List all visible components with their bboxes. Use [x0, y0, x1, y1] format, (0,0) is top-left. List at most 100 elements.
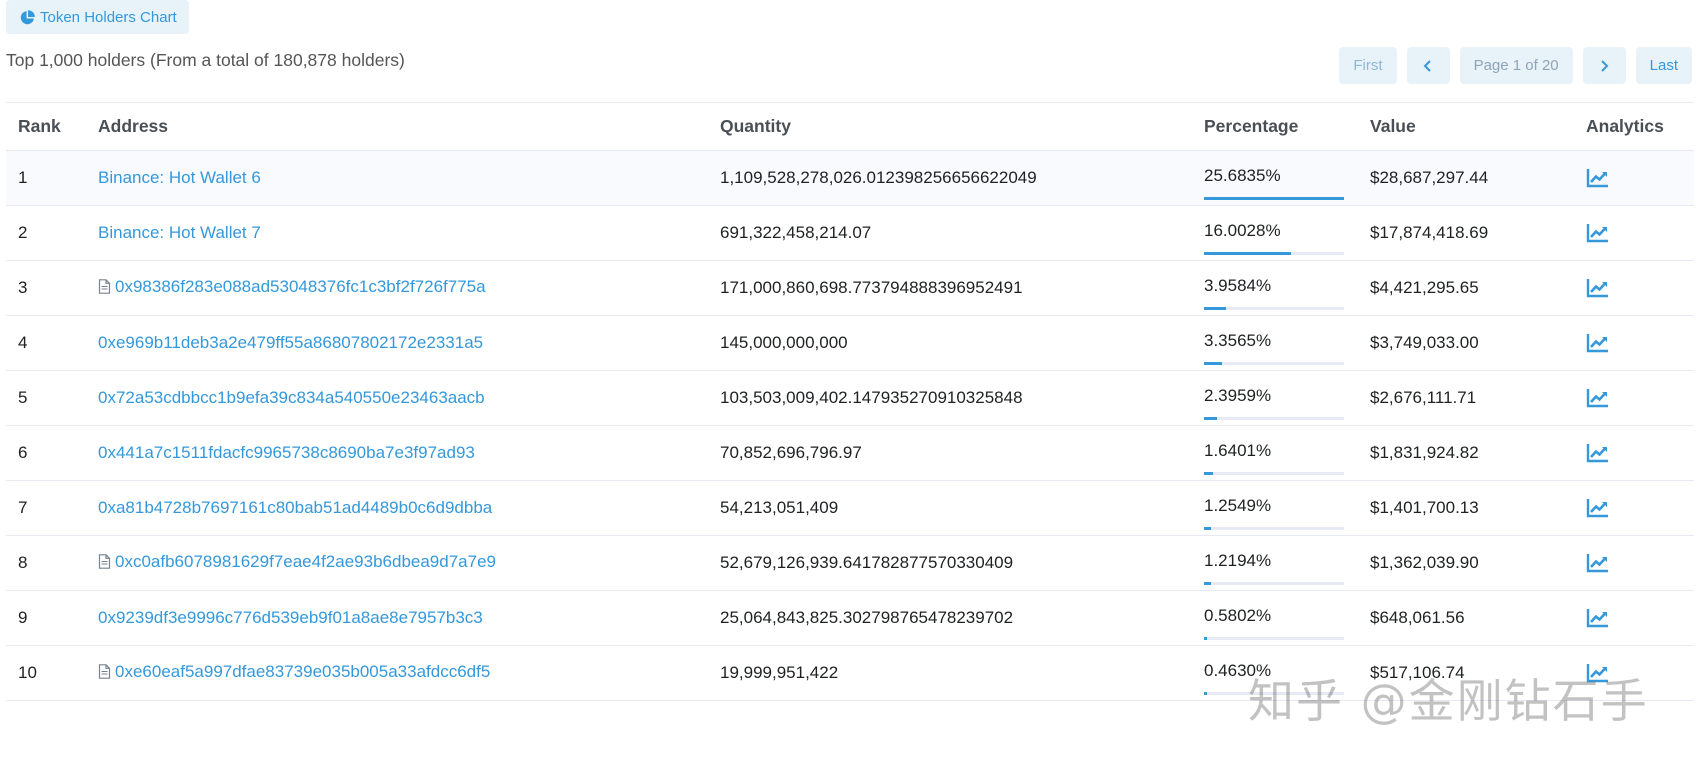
value-cell: $2,676,111.71 — [1370, 388, 1477, 407]
value-cell: $1,831,924.82 — [1370, 443, 1479, 462]
value-cell: $28,687,297.44 — [1370, 168, 1489, 187]
pie-chart-icon — [20, 9, 35, 25]
percentage-text: 1.2549% — [1204, 496, 1272, 515]
table-row: 8 0xc0afb6078981629f7eae4f2ae93b6dbea9d7a… — [6, 536, 1694, 591]
holder-address-text: Binance: Hot Wallet 6 — [98, 168, 261, 187]
percentage-bar — [1204, 527, 1344, 530]
table-row: 2 Binance: Hot Wallet 7 691,322,458,214.07… — [6, 206, 1694, 261]
analytics-trend-icon[interactable] — [1586, 608, 1694, 628]
percentage-text: 1.6401% — [1204, 441, 1272, 460]
quantity-cell: 103,503,009,402.147935270910325848 — [720, 388, 1023, 407]
holder-address-text: 0xe60eaf5a997dfae83739e035b005a33afdcc6d… — [115, 661, 491, 681]
holder-address-text: 0xc0afb6078981629f7eae4f2ae93b6dbea9d7a7… — [115, 551, 496, 571]
percentage-cell: 16.0028% — [1204, 206, 1370, 261]
chevron-right-icon — [1597, 59, 1611, 73]
value-cell: $1,362,039.90 — [1370, 553, 1479, 572]
analytics-trend-icon[interactable] — [1586, 388, 1694, 408]
percentage-bar-fill — [1204, 417, 1218, 420]
analytics-trend-icon[interactable] — [1586, 223, 1694, 243]
holder-address-link[interactable]: Binance: Hot Wallet 7 — [98, 223, 261, 243]
holder-address-link[interactable]: 0xe969b11deb3a2e479ff55a86807802172e2331… — [98, 333, 483, 353]
last-page-button[interactable]: Last — [1635, 47, 1692, 84]
analytics-trend-icon[interactable] — [1586, 443, 1694, 463]
percentage-text: 2.3959% — [1204, 386, 1272, 405]
rank-cell: 2 — [18, 223, 28, 242]
column-header-analytics: Analytics — [1586, 116, 1664, 136]
page-indicator: Page 1 of 20 — [1459, 47, 1573, 84]
value-cell: $17,874,418.69 — [1370, 223, 1489, 242]
percentage-bar — [1204, 417, 1344, 420]
address-cell: 0x9239df3e9996c776d539eb9f01a8ae8e7957b3… — [98, 591, 720, 646]
table-row: 9 0x9239df3e9996c776d539eb9f01a8ae8e7957b… — [6, 591, 1694, 646]
analytics-trend-icon[interactable] — [1586, 168, 1694, 188]
analytics-cell — [1572, 206, 1694, 261]
holder-address-link[interactable]: Binance: Hot Wallet 6 — [98, 168, 261, 188]
analytics-cell — [1572, 536, 1694, 591]
rank-cell: 4 — [18, 333, 28, 352]
analytics-trend-icon[interactable] — [1586, 553, 1694, 573]
analytics-trend-icon[interactable] — [1586, 498, 1694, 518]
holder-address-link[interactable]: 0xa81b4728b7697161c80bab51ad4489b0c6d9db… — [98, 498, 492, 518]
quantity-cell: 25,064,843,825.302798765478239702 — [720, 608, 1014, 627]
chevron-left-icon — [1421, 59, 1435, 73]
value-cell: $4,421,295.65 — [1370, 278, 1479, 297]
table-header-row: Rank Address Quantity Percentage Value A… — [6, 102, 1694, 151]
holder-address-text: 0x9239df3e9996c776d539eb9f01a8ae8e7957b3… — [98, 608, 483, 627]
holder-address-link[interactable]: 0x9239df3e9996c776d539eb9f01a8ae8e7957b3… — [98, 608, 483, 628]
percentage-bar-fill — [1204, 582, 1211, 585]
quantity-cell: 1,109,528,278,026.012398256656622049 — [720, 168, 1037, 187]
first-page-button[interactable]: First — [1339, 47, 1397, 84]
percentage-text: 1.2194% — [1204, 551, 1272, 570]
analytics-cell — [1572, 151, 1694, 206]
holders-summary: Top 1,000 holders (From a total of 180,8… — [6, 50, 405, 70]
address-cell: 0xe969b11deb3a2e479ff55a86807802172e2331… — [98, 316, 720, 371]
quantity-cell: 70,852,696,796.97 — [720, 443, 862, 462]
address-cell: 0xe60eaf5a997dfae83739e035b005a33afdcc6d… — [98, 646, 720, 701]
rank-cell: 9 — [18, 608, 28, 627]
percentage-bar-fill — [1204, 252, 1292, 255]
holder-address-link[interactable]: 0x72a53cdbbcc1b9efa39c834a540550e23463aa… — [98, 388, 485, 408]
percentage-wrap: 3.3565% — [1204, 331, 1344, 365]
table-row: 3 0x98386f283e088ad53048376fc1c3bf2f726f7… — [6, 261, 1694, 316]
quantity-cell: 54,213,051,409 — [720, 498, 839, 517]
percentage-bar — [1204, 362, 1344, 365]
address-cell: 0x72a53cdbbcc1b9efa39c834a540550e23463aa… — [98, 371, 720, 426]
quantity-cell: 52,679,126,939.641782877570330409 — [720, 553, 1014, 572]
token-holders-chart-button[interactable]: Token Holders Chart — [6, 0, 189, 34]
rank-cell: 6 — [18, 443, 28, 462]
holder-address-text: 0xa81b4728b7697161c80bab51ad4489b0c6d9db… — [98, 498, 493, 517]
holder-address-link[interactable]: 0x98386f283e088ad53048376fc1c3bf2f726f77… — [98, 277, 486, 297]
address-cell: Binance: Hot Wallet 7 — [98, 206, 720, 261]
percentage-bar-fill — [1204, 637, 1208, 640]
analytics-trend-icon[interactable] — [1586, 333, 1694, 353]
percentage-cell: 3.3565% — [1204, 316, 1370, 371]
percentage-bar-fill — [1204, 692, 1207, 695]
holder-address-text: 0x441a7c1511fdacfc9965738c8690ba7e3f97ad… — [98, 443, 475, 462]
contract-file-icon — [98, 554, 111, 570]
percentage-wrap: 1.6401% — [1204, 441, 1344, 475]
holder-address-link[interactable]: 0xc0afb6078981629f7eae4f2ae93b6dbea9d7a7… — [98, 552, 496, 572]
holder-address-text: 0xe969b11deb3a2e479ff55a86807802172e2331… — [98, 333, 484, 352]
percentage-bar-fill — [1204, 197, 1344, 200]
next-page-button[interactable] — [1582, 47, 1626, 84]
address-cell: 0x98386f283e088ad53048376fc1c3bf2f726f77… — [98, 261, 720, 316]
previous-page-button[interactable] — [1406, 47, 1450, 84]
value-cell: $3,749,033.00 — [1370, 333, 1479, 352]
percentage-wrap: 25.6835% — [1204, 166, 1344, 200]
quantity-cell: 691,322,458,214.07 — [720, 223, 872, 242]
analytics-trend-icon[interactable] — [1586, 278, 1694, 298]
rank-cell: 7 — [18, 498, 28, 517]
percentage-cell: 1.2194% — [1204, 536, 1370, 591]
percentage-wrap: 1.2549% — [1204, 496, 1344, 530]
analytics-cell — [1572, 481, 1694, 536]
holder-address-link[interactable]: 0x441a7c1511fdacfc9965738c8690ba7e3f97ad… — [98, 443, 475, 463]
percentage-text: 16.0028% — [1204, 221, 1281, 240]
holder-address-link[interactable]: 0xe60eaf5a997dfae83739e035b005a33afdcc6d… — [98, 662, 490, 682]
percentage-wrap: 2.3959% — [1204, 386, 1344, 420]
holder-address-text: 0x72a53cdbbcc1b9efa39c834a540550e23463aa… — [98, 388, 485, 407]
analytics-cell — [1572, 426, 1694, 481]
percentage-cell: 25.6835% — [1204, 151, 1370, 206]
pagination: First Page 1 of 20 Last — [1339, 47, 1692, 84]
percentage-bar-fill — [1204, 472, 1213, 475]
percentage-text: 0.5802% — [1204, 606, 1272, 625]
